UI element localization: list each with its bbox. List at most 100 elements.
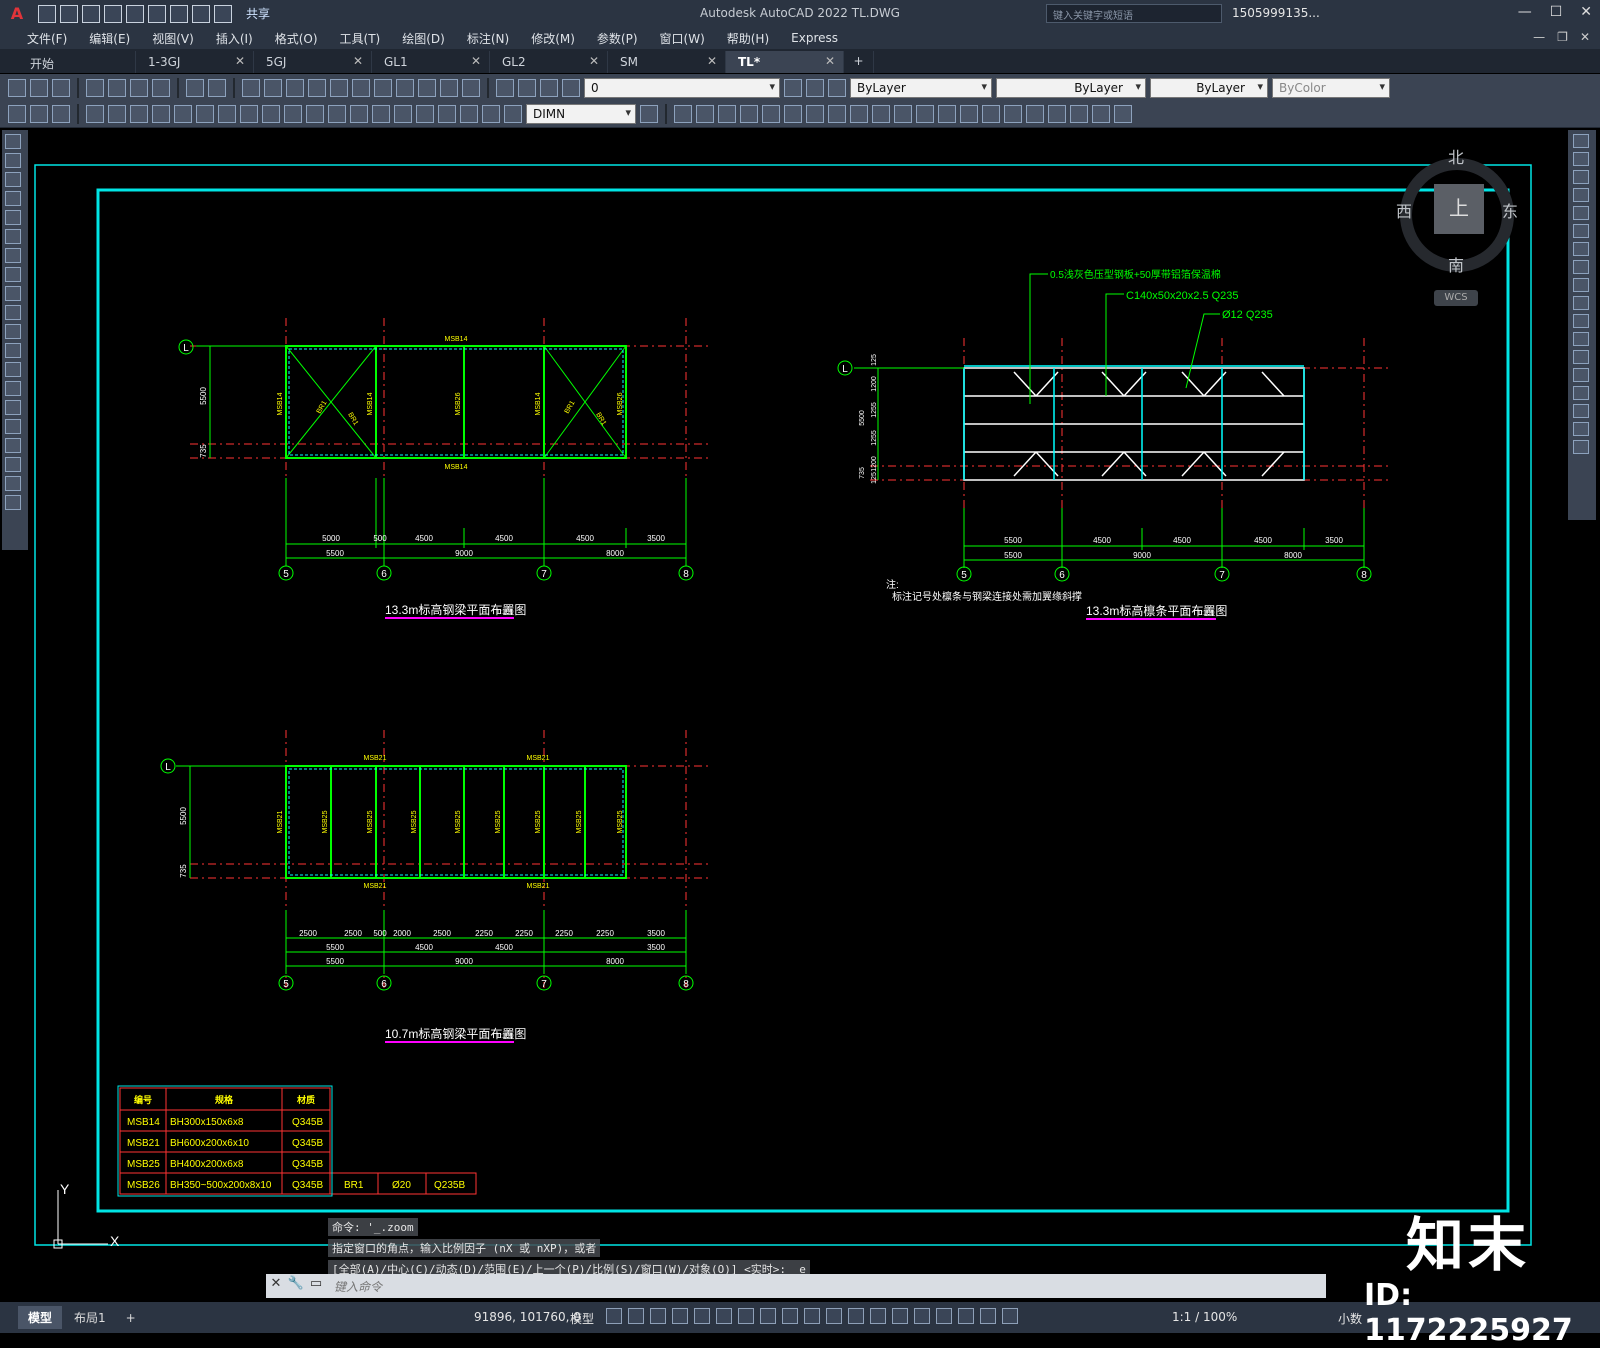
arc-icon[interactable] <box>5 229 21 244</box>
fillet-icon[interactable] <box>1573 404 1589 418</box>
coordinates-readout[interactable]: 91896, 101760, 0 <box>474 1310 581 1324</box>
add-layout-icon[interactable]: + <box>126 1311 136 1325</box>
markup-icon[interactable] <box>418 78 436 97</box>
close-icon[interactable]: ✕ <box>1580 4 1592 20</box>
menu-item[interactable]: Express <box>780 31 849 45</box>
dimstyle-icon[interactable] <box>640 105 658 123</box>
drawing-canvas[interactable]: L 5500 735 MSB14 MSB14 MSB14 MSB14 MSB26… <box>30 128 1566 1264</box>
menu-item[interactable]: 文件(F) <box>16 30 78 47</box>
quick-dim-icon[interactable] <box>262 105 280 123</box>
save-web-icon[interactable] <box>148 4 166 23</box>
layer-match-icon[interactable] <box>806 78 824 97</box>
file-tab[interactable]: 1-3GJ ✕ <box>136 51 254 73</box>
grid-icon[interactable] <box>606 1308 622 1324</box>
aligned-dim-icon[interactable] <box>108 105 126 123</box>
menu-item[interactable]: 参数(P) <box>586 30 649 47</box>
ellipse-icon[interactable] <box>5 305 21 320</box>
menu-item[interactable]: 工具(T) <box>329 30 392 47</box>
layer-properties-icon[interactable] <box>496 78 514 97</box>
copy-icon[interactable] <box>1573 152 1589 166</box>
snap-icon[interactable] <box>628 1308 644 1324</box>
new-tab-icon[interactable]: + <box>844 51 874 73</box>
file-tab[interactable]: 开始 <box>18 51 136 73</box>
polygon-icon[interactable] <box>5 191 21 206</box>
erase-icon[interactable] <box>1573 134 1589 148</box>
line-icon[interactable] <box>5 134 21 149</box>
polar-icon[interactable] <box>716 1308 732 1324</box>
tolerance-icon[interactable] <box>372 105 390 123</box>
print-icon[interactable] <box>86 78 104 97</box>
spline-icon[interactable] <box>5 286 21 301</box>
text-icon[interactable] <box>5 476 21 491</box>
menu-item[interactable]: 绘图(D) <box>391 30 456 47</box>
command-input[interactable]: 键入命令 <box>334 1278 382 1295</box>
group-icon[interactable] <box>30 105 48 123</box>
print-icon[interactable] <box>170 4 188 23</box>
stretch-icon[interactable] <box>1573 278 1589 292</box>
preview-icon[interactable] <box>108 78 126 97</box>
move-icon[interactable] <box>1573 224 1589 238</box>
diameter-dim-icon[interactable] <box>218 105 236 123</box>
annotation-scale[interactable]: 1:1 / 100% <box>1172 1310 1237 1324</box>
help-icon[interactable] <box>462 78 480 97</box>
layout-tab[interactable]: 模型 <box>18 1306 63 1329</box>
add-selected-icon[interactable] <box>5 495 21 510</box>
minimize-icon[interactable]: — <box>1518 4 1532 20</box>
3d-mirror-icon[interactable] <box>1114 105 1132 123</box>
open-icon[interactable] <box>30 78 48 97</box>
gizmo-icon[interactable] <box>936 1308 952 1324</box>
viewcube-top-face[interactable]: 上 <box>1434 184 1484 234</box>
calculator-icon[interactable] <box>440 78 458 97</box>
menu-item[interactable]: 格式(O) <box>264 30 329 47</box>
share-button[interactable]: 共享 <box>246 5 270 22</box>
viewcube[interactable]: 上 北 西 东 南 WCS <box>1396 144 1524 324</box>
3d-osnap-icon[interactable] <box>870 1308 886 1324</box>
rectangle-icon[interactable] <box>5 210 21 225</box>
zoom-window-icon[interactable] <box>286 78 304 97</box>
circle-icon[interactable] <box>5 248 21 263</box>
menu-item[interactable]: 修改(M) <box>520 30 586 47</box>
pan-icon[interactable] <box>242 78 260 97</box>
autoscale-icon[interactable] <box>980 1308 996 1324</box>
close-icon[interactable]: ✕ <box>266 1276 286 1296</box>
annotation-scale-icon[interactable] <box>1002 1308 1018 1324</box>
scale-icon[interactable] <box>1573 260 1589 274</box>
tool-palettes-icon[interactable] <box>374 78 392 97</box>
tab-close-icon[interactable]: ✕ <box>235 54 245 68</box>
jogged-linear-icon[interactable] <box>438 105 456 123</box>
layer-state-icon[interactable] <box>52 105 70 123</box>
doc-minimize-icon[interactable]: — <box>1533 30 1545 44</box>
save-icon[interactable] <box>52 78 70 97</box>
tab-close-icon[interactable]: ✕ <box>353 54 363 68</box>
menu-item[interactable]: 帮助(H) <box>716 30 780 47</box>
torus-icon[interactable] <box>784 105 802 123</box>
blend-icon[interactable] <box>1573 422 1589 436</box>
break-point-icon[interactable] <box>1573 332 1589 346</box>
compass-west[interactable]: 西 <box>1396 198 1412 222</box>
object-track-icon[interactable] <box>760 1308 776 1324</box>
chamfer-icon[interactable] <box>1573 386 1589 400</box>
slice-icon[interactable] <box>982 105 1000 123</box>
loft-icon[interactable] <box>894 105 912 123</box>
selection-filter-icon[interactable] <box>914 1308 930 1324</box>
dimstyle-dropdown[interactable]: DIMN <box>526 104 636 124</box>
3d-rotate-icon[interactable] <box>1048 105 1066 123</box>
center-mark-icon[interactable] <box>394 105 412 123</box>
sphere-icon[interactable] <box>740 105 758 123</box>
menu-item[interactable]: 标注(N) <box>456 30 520 47</box>
open-web-icon[interactable] <box>126 4 144 23</box>
insert-block-icon[interactable] <box>5 343 21 358</box>
zoom-previous-icon[interactable] <box>308 78 326 97</box>
3d-align-icon[interactable] <box>1070 105 1088 123</box>
save-as-icon[interactable] <box>104 4 122 23</box>
offset-icon[interactable] <box>1573 188 1589 202</box>
color-dropdown[interactable]: ByLayer <box>850 77 992 98</box>
lock-icon[interactable] <box>562 78 580 97</box>
object-snap-icon[interactable] <box>782 1308 798 1324</box>
table-icon[interactable] <box>5 457 21 472</box>
open-icon[interactable] <box>60 4 78 23</box>
point-icon[interactable] <box>5 381 21 396</box>
user-account[interactable]: 1505999135... <box>1232 6 1320 20</box>
lineweight-icon[interactable] <box>804 1308 820 1324</box>
dynamic-ucs-icon[interactable] <box>892 1308 908 1324</box>
